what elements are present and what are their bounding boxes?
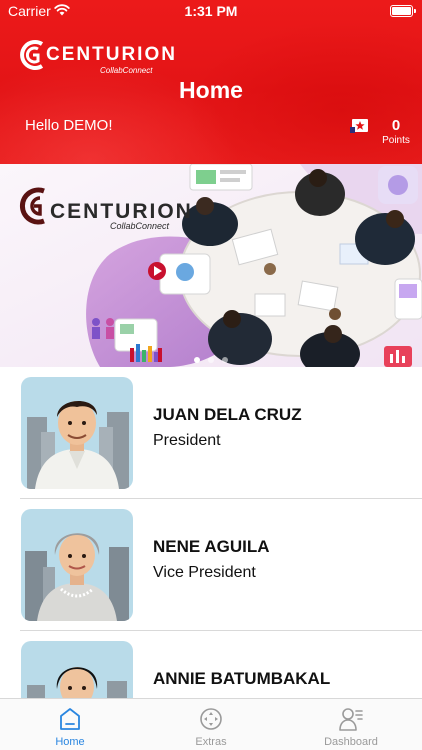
points-label: Points [382,135,410,146]
woman-avatar [21,641,133,698]
officer-title: President [153,432,221,449]
extras-icon [200,708,222,730]
battery-icon [390,5,416,17]
tab-extras[interactable]: Extras [141,699,281,750]
logo-text: CENTURION [46,44,177,65]
banner-illustration [0,164,422,367]
pager-dot[interactable] [222,357,228,363]
officer-title: Vice President [153,564,256,581]
list-item[interactable]: JUAN DELA CRUZ President [0,367,422,499]
officer-name: ANNIE BATUMBAKAL [153,669,331,688]
app-header: Carrier 1:31 PM CENTURION CollabConnect … [0,0,422,164]
tab-home[interactable]: Home [0,699,140,750]
centurion-mark-icon [20,40,44,70]
page-title: Home [179,77,243,103]
centurion-logo: CENTURION CollabConnect [20,38,175,76]
status-bar: Carrier 1:31 PM [0,0,422,22]
tab-label: Extras [195,736,227,748]
officer-list[interactable]: JUAN DELA CRUZ President NENE AGUILA Vic… [0,367,422,698]
officer-name: NENE AGUILA [153,537,270,556]
list-item[interactable]: NENE AGUILA Vice President [0,499,422,631]
star-badge-icon[interactable] [350,117,370,135]
home-icon [60,708,80,730]
promo-banner[interactable]: CENTURION CollabConnect [0,164,422,367]
list-item[interactable]: ANNIE BATUMBAKAL [0,631,422,698]
pager-dot[interactable] [194,357,200,363]
man-barong-avatar [21,377,133,489]
tab-label: Dashboard [324,736,378,748]
banner-logo-subtext: CollabConnect [110,221,170,231]
tab-label: Home [55,736,85,748]
banner-pager[interactable] [0,350,422,363]
tab-bar: Home Extras Dashboard [0,698,422,750]
pager-dot[interactable] [208,357,214,363]
dashboard-icon [339,708,363,731]
points-value[interactable]: 0 [378,117,414,134]
tab-dashboard[interactable]: Dashboard [281,699,421,750]
status-time: 1:31 PM [184,3,238,19]
logo-subtext: CollabConnect [100,66,153,75]
officer-name: JUAN DELA CRUZ [153,405,302,424]
greeting-text: Hello DEMO! [25,117,113,134]
elderly-woman-avatar [21,509,133,621]
